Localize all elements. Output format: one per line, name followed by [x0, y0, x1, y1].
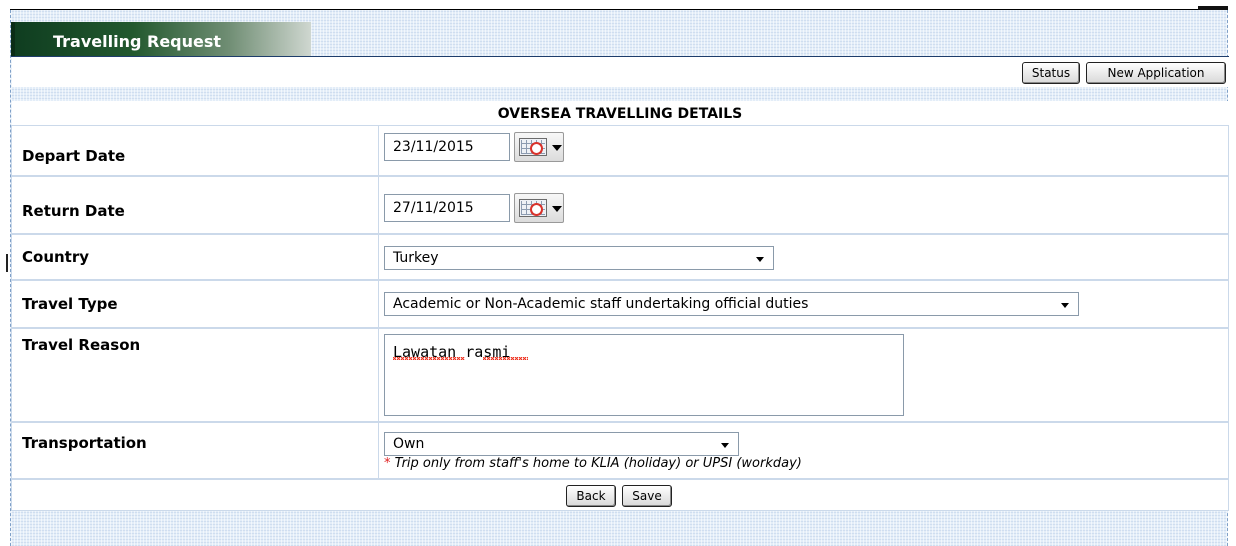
panel-tab: Travelling Request: [11, 22, 311, 56]
spellcheck-underline: [483, 357, 528, 360]
save-button[interactable]: Save: [622, 485, 672, 507]
transportation-note-text: Trip only from staff's home to KLIA (hol…: [394, 456, 802, 471]
toolbar: Status New Application: [12, 57, 1228, 87]
transportation-label-cell: Transportation: [12, 423, 378, 478]
travelling-request-panel: Travelling Request Status New Applicatio…: [10, 10, 1229, 546]
transportation-select[interactable]: Own: [384, 432, 739, 456]
travel-type-label-cell: Travel Type: [12, 281, 378, 327]
transportation-label: Transportation: [22, 434, 147, 452]
depart-date-label: Depart Date: [22, 147, 126, 165]
travel-reason-field-cell: Lawatan rasmi: [379, 329, 1228, 421]
depart-date-input[interactable]: [384, 133, 510, 161]
spellcheck-underline: [393, 357, 465, 360]
section-title: OVERSEA TRAVELLING DETAILS: [12, 101, 1228, 125]
chevron-down-icon: [756, 257, 764, 262]
travel-reason-textarea[interactable]: Lawatan rasmi: [384, 334, 904, 416]
country-field-cell: Turkey: [379, 235, 1228, 279]
depart-date-field-cell: [379, 126, 1228, 175]
back-button[interactable]: Back: [566, 485, 616, 507]
travel-type-label: Travel Type: [22, 295, 118, 313]
travel-type-selected-value: Academic or Non-Academic staff undertaki…: [393, 296, 809, 312]
caret-down-icon: [552, 145, 562, 151]
travel-type-select[interactable]: Academic or Non-Academic staff undertaki…: [384, 292, 1079, 316]
return-date-field-cell: [379, 177, 1228, 233]
calendar-icon: [519, 199, 547, 217]
travel-reason-label-cell: Travel Reason: [12, 329, 378, 421]
chevron-down-icon: [721, 443, 729, 448]
country-label: Country: [22, 248, 90, 266]
transportation-note: * Trip only from staff's home to KLIA (h…: [384, 456, 802, 471]
return-date-calendar-button[interactable]: [514, 193, 564, 223]
form-actions: Back Save: [12, 480, 1228, 510]
transportation-selected-value: Own: [393, 436, 425, 452]
return-date-label-cell: Return Date: [12, 177, 378, 233]
depart-date-label-cell: Depart Date: [12, 126, 378, 175]
caret-down-icon: [552, 206, 562, 212]
form-table: Depart Date Return Date Country T: [11, 125, 1229, 511]
travel-reason-label: Travel Reason: [22, 336, 141, 354]
new-application-button[interactable]: New Application: [1086, 62, 1226, 84]
required-marker: *: [384, 456, 391, 471]
panel-title: Travelling Request: [53, 32, 222, 51]
country-label-cell: Country: [12, 235, 378, 279]
left-edge-marker: [6, 254, 8, 272]
chevron-down-icon: [1061, 303, 1069, 308]
travel-type-field-cell: Academic or Non-Academic staff undertaki…: [379, 281, 1228, 327]
return-date-label: Return Date: [22, 202, 125, 220]
calendar-icon: [519, 138, 547, 156]
status-button[interactable]: Status: [1022, 62, 1080, 84]
transportation-field-cell: Own * Trip only from staff's home to KLI…: [379, 423, 1228, 478]
country-select[interactable]: Turkey: [384, 246, 774, 270]
depart-date-calendar-button[interactable]: [514, 132, 564, 162]
country-selected-value: Turkey: [393, 250, 439, 266]
return-date-input[interactable]: [384, 194, 510, 222]
